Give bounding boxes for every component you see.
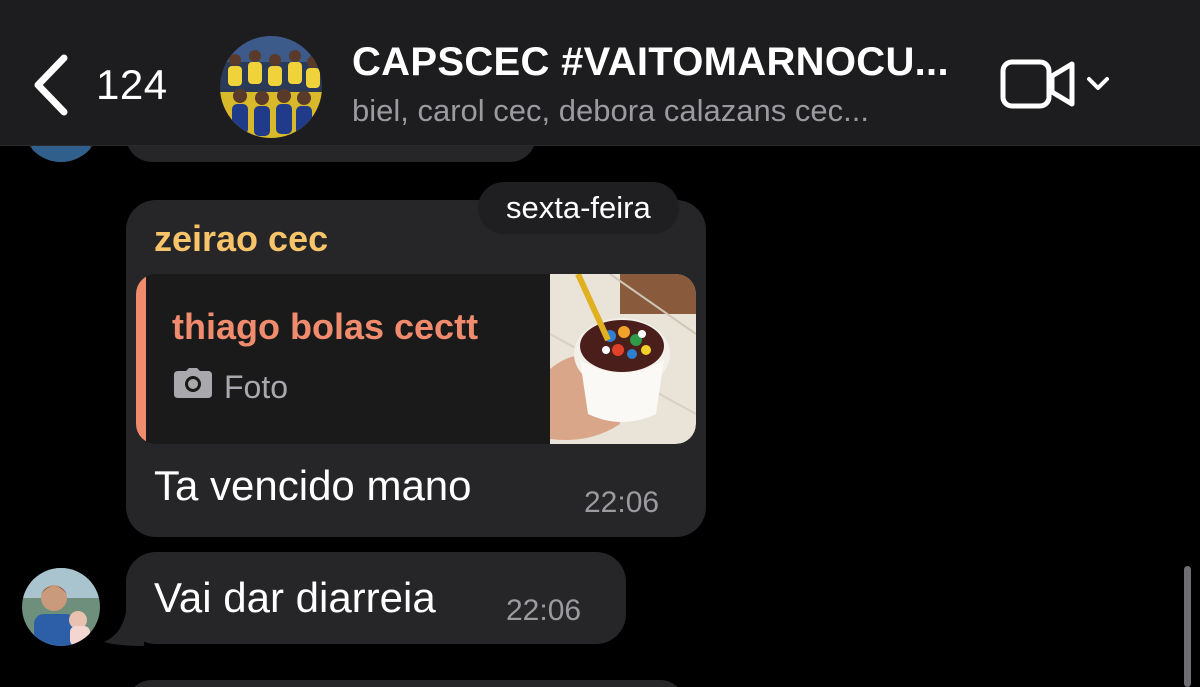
group-members: biel, carol cec, debora calazans cec... [352,93,869,128]
reply-media-type: Foto [174,368,288,406]
reply-accent-bar [136,274,146,444]
video-camera-icon [1000,58,1076,115]
message-bubble[interactable]: Vai dar diarreia 22:06 [126,552,626,644]
chevron-left-icon [30,54,70,116]
message-time: 22:06 [506,594,582,627]
date-separator: sexta-feira [478,182,679,234]
message-bubble[interactable]: zeirao cec thiago bolas cectt Foto Ta ve… [126,200,706,537]
next-message-bubble[interactable] [126,680,686,687]
message-text: Ta vencido mano [154,462,472,509]
group-title: CAPSCEC #VAITOMARNOCU... [352,40,949,84]
chat-header: 124 CAPSCEC #VAITOMARNOCU... biel, carol… [0,0,1200,146]
camera-icon [174,368,212,406]
video-call-button[interactable] [1000,56,1110,116]
message-time: 22:06 [584,486,660,519]
sender-name[interactable]: zeirao cec [154,218,328,260]
chevron-down-icon [1086,76,1110,97]
chat-screen: sexta-feira zeirao cec thiago bolas cect… [0,0,1200,687]
unread-count: 124 [96,61,168,108]
reply-photo-thumbnail[interactable] [550,274,696,444]
sender-avatar[interactable] [22,568,100,646]
reply-type-label: Foto [224,368,289,405]
scrollbar[interactable] [1184,566,1191,687]
chat-title-block[interactable]: CAPSCEC #VAITOMARNOCU... biel, carol cec… [352,40,972,129]
reply-quote[interactable]: thiago bolas cectt Foto [136,274,696,444]
group-avatar[interactable] [220,36,322,138]
reply-author: thiago bolas cectt [172,306,479,347]
message-text: Vai dar diarreia [154,574,436,621]
back-button[interactable]: 124 [30,50,168,120]
